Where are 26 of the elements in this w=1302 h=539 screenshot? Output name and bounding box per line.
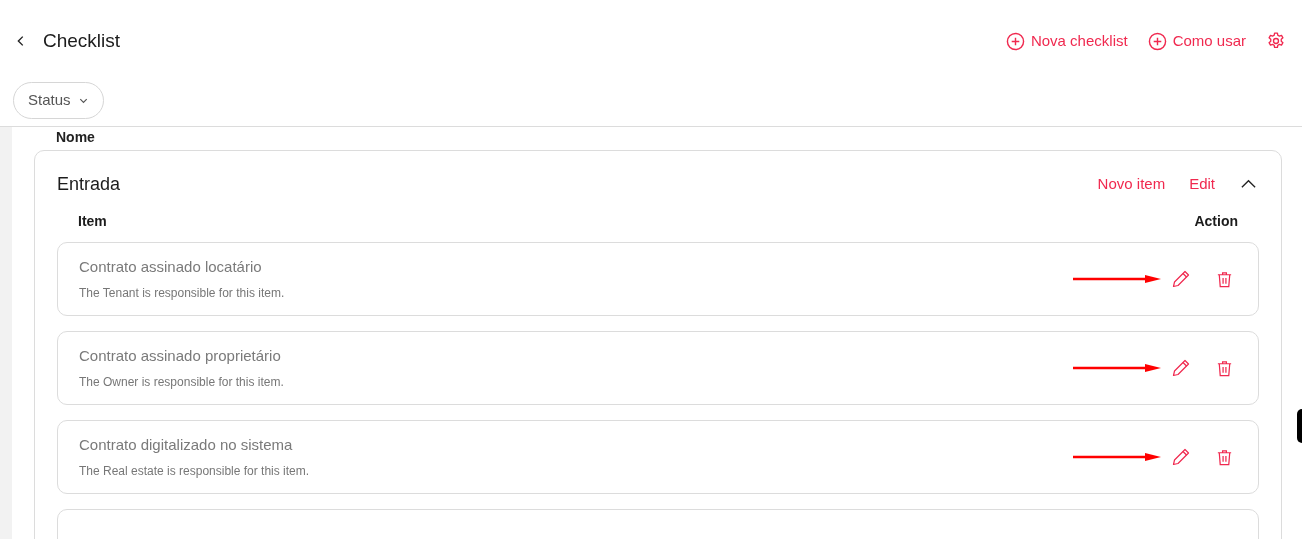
- edit-button[interactable]: [1170, 268, 1192, 290]
- item-title: Contrato assinado proprietário: [79, 346, 282, 367]
- item-title: Contrato assinado locatário: [79, 257, 263, 278]
- item-note: The Real estate is responsible for this item.: [79, 462, 311, 480]
- section-link[interactable]: Edit: [1189, 172, 1215, 196]
- floating-button[interactable]: [1297, 409, 1302, 443]
- plus-circle-icon: [1147, 31, 1167, 51]
- pencil-icon: [1171, 447, 1191, 467]
- plus-circle-icon: [1005, 31, 1025, 51]
- section-link[interactable]: Novo item: [1097, 172, 1166, 196]
- add-link[interactable]: Nova checklist: [1005, 29, 1128, 53]
- column-heading: Nome: [56, 128, 95, 146]
- edit-button[interactable]: [1170, 357, 1192, 379]
- pencil-icon: [1171, 269, 1191, 289]
- add-link[interactable]: Como usar: [1147, 29, 1246, 53]
- item-title: Contrato digitalizado no sistema: [79, 435, 294, 456]
- item-note: The Tenant is responsible for this item.: [79, 284, 286, 302]
- section-title: Entrada: [57, 172, 121, 196]
- settings-button[interactable]: [1266, 31, 1286, 51]
- page-title: Checklist: [43, 28, 121, 53]
- column-heading: Action: [1194, 212, 1238, 231]
- settings-icon: [1266, 31, 1286, 51]
- item-note: The Owner is responsible for this item.: [79, 373, 285, 391]
- column-heading: Item: [78, 212, 107, 231]
- edit-button[interactable]: [1170, 446, 1192, 468]
- pencil-icon: [1171, 358, 1191, 378]
